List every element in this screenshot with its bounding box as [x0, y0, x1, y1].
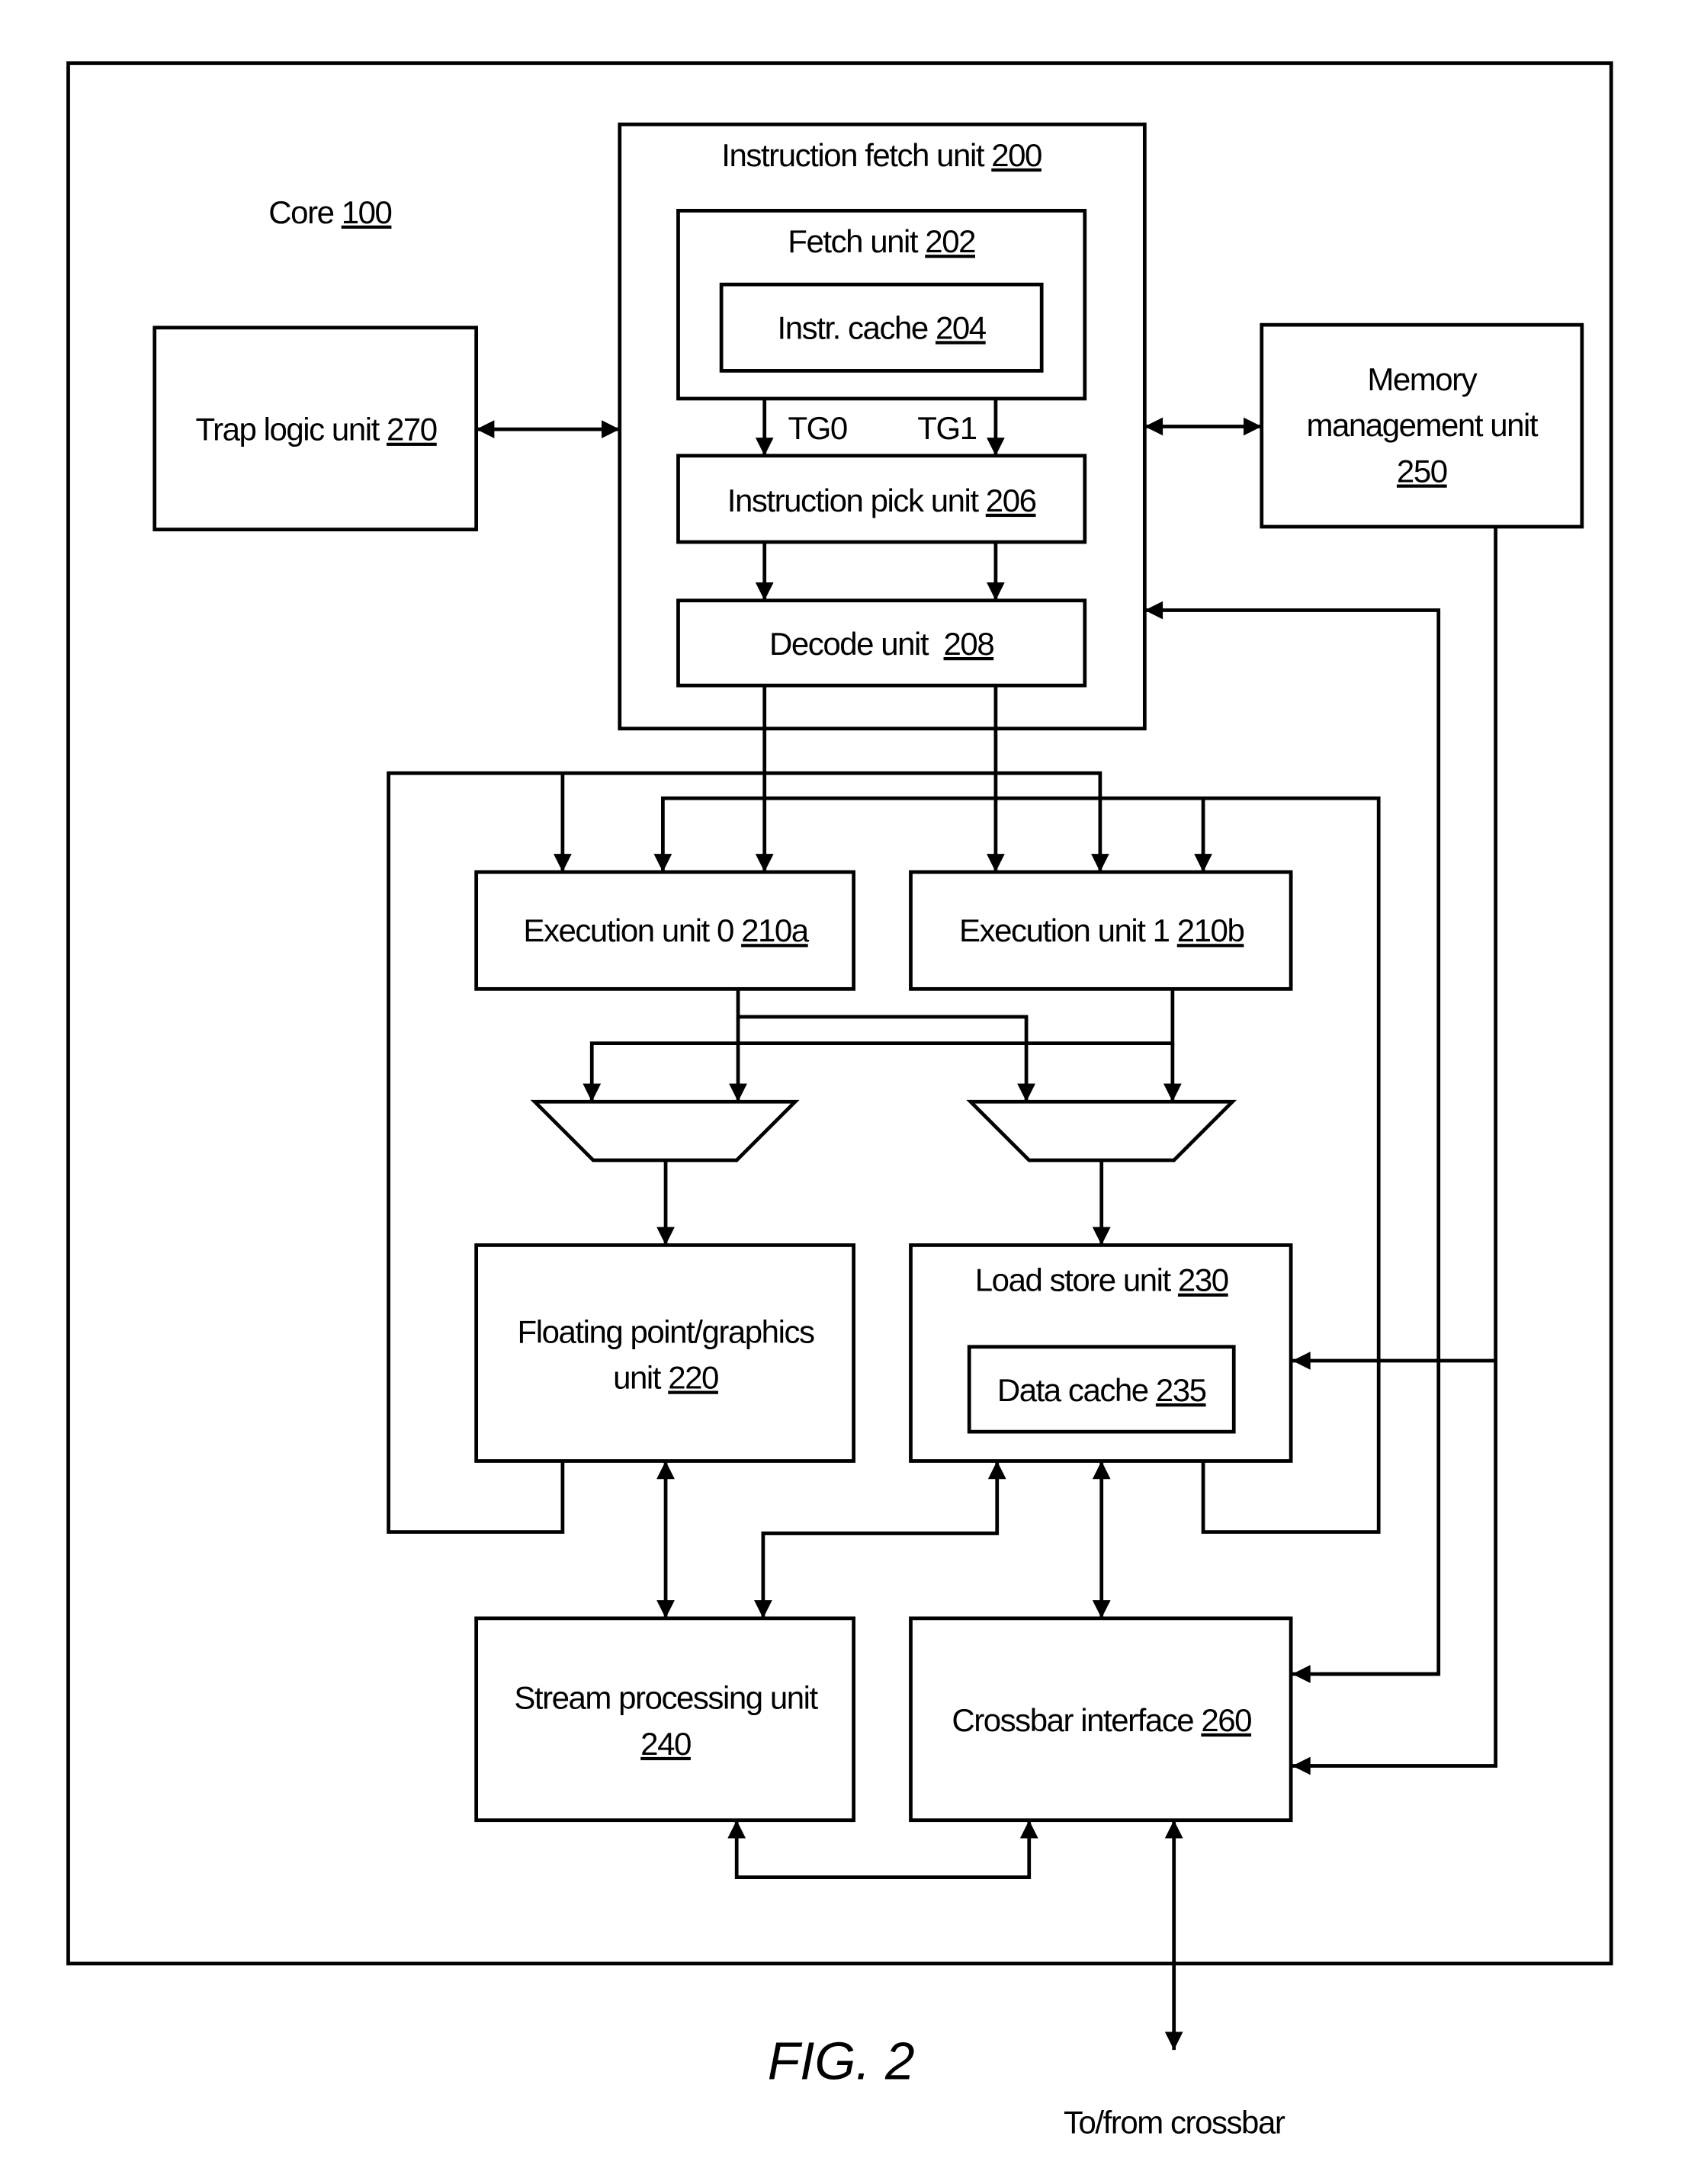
fgu-label-line2: unit 220 [613, 1360, 718, 1396]
fetch-unit-label: Fetch unit 202 [788, 223, 975, 259]
mmu-label-line1: Memory [1367, 361, 1477, 397]
data-cache-label: Data cache 235 [997, 1372, 1206, 1408]
load-store-unit-label: Load store unit 230 [975, 1262, 1228, 1298]
instruction-fetch-unit-label: Instruction fetch unit 200 [721, 137, 1041, 173]
decode-unit-label: Decode unit 208 [769, 626, 993, 662]
fgu-label-line1: Floating point/graphics [518, 1313, 814, 1349]
tg0-label: TG0 [788, 410, 846, 446]
stream-processing-unit-block [474, 1616, 855, 1823]
execution-unit-1-label: Execution unit 1 210b [959, 912, 1244, 948]
crossbar-interface-label: Crossbar interface 260 [952, 1702, 1251, 1738]
spu-number: 240 [640, 1726, 691, 1762]
instruction-pick-unit-label: Instruction pick unit 206 [727, 483, 1036, 518]
tg1-label: TG1 [917, 410, 976, 446]
mmu-number: 250 [1397, 454, 1447, 489]
spu-label-line1: Stream processing unit [514, 1680, 818, 1716]
external-crossbar-label: To/from crossbar [1064, 2105, 1285, 2141]
core-block-diagram: Core 100 Instruction fetch unit 200 Fetc… [66, 61, 1613, 2141]
mmu-label-line2: management unit [1306, 407, 1538, 443]
figure-caption: FIG. 2 [768, 2031, 915, 2090]
trap-logic-unit-label: Trap logic unit 270 [195, 412, 436, 447]
execution-unit-0-label: Execution unit 0 210a [523, 912, 809, 948]
core-label: Core 100 [268, 194, 391, 230]
floating-point-graphics-unit-block [474, 1243, 855, 1463]
instr-cache-label: Instr. cache 204 [778, 309, 987, 345]
